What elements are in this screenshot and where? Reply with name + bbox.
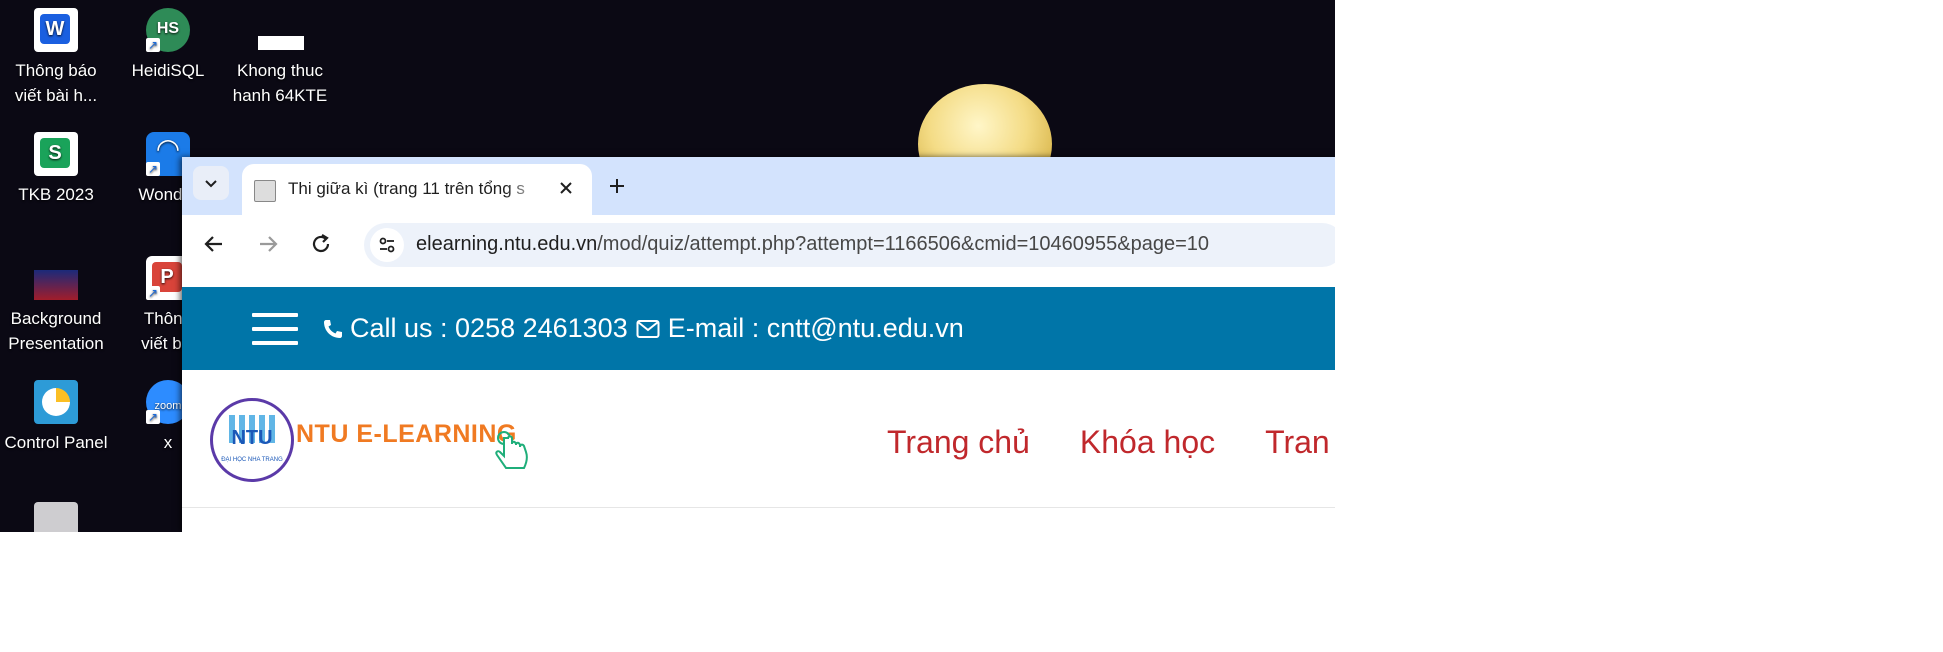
shortcut-arrow-icon: ↗ — [146, 162, 160, 176]
recycle-bin-icon — [34, 502, 78, 532]
phone-icon — [324, 319, 342, 338]
desktop-icon-recycle-bin[interactable] — [2, 502, 110, 532]
heidisql-icon: ↗ — [146, 8, 190, 52]
logo-emblem-text: NTU — [231, 427, 273, 449]
desktop-icon-heidisql[interactable]: ↗ HeidiSQL — [114, 8, 222, 83]
chevron-down-icon — [205, 180, 217, 188]
spreadsheet-icon — [34, 132, 78, 176]
phone-label: Call us : 0258 2461303 — [350, 313, 628, 343]
desktop-icon-label: HeidiSQL — [131, 61, 205, 80]
hamburger-line — [252, 313, 298, 317]
browser-window: Thi giữa kì (trang 11 trên tổng s elearn… — [182, 157, 1335, 532]
desktop-icon-khong-thuc-hanh[interactable]: Khong thuc hanh 64KTE — [226, 8, 334, 108]
site-header: NTU ĐẠI HỌC NHA TRANG NTU E-LEARNING Tra… — [182, 370, 1335, 508]
desktop-icon-label: Control Panel — [4, 433, 108, 452]
desktop: Thông báo viết bài h... ↗ HeidiSQL Khong… — [0, 0, 1335, 532]
email-link[interactable]: E-mail : cntt@ntu.edu.vn — [668, 313, 964, 344]
hamburger-line — [252, 341, 298, 345]
shortcut-arrow-icon: ↗ — [146, 410, 160, 424]
main-nav: Trang chủ Khóa học Tran — [887, 424, 1330, 461]
nav-truncated-item[interactable]: Tran — [1265, 424, 1330, 461]
nav-courses[interactable]: Khóa học — [1080, 424, 1215, 461]
tune-icon — [379, 237, 395, 253]
tab-active[interactable]: Thi giữa kì (trang 11 trên tổng s — [242, 164, 592, 215]
shortcut-arrow-icon: ↗ — [146, 286, 160, 300]
address-bar[interactable]: elearning.ntu.edu.vn/mod/quiz/attempt.ph… — [364, 223, 1335, 267]
tab-search-button[interactable] — [193, 166, 229, 200]
site-topbar: Call us : 0258 2461303 E-mail : cntt@ntu… — [182, 287, 1335, 370]
desktop-icon-thong-bao[interactable]: Thông báo viết bài h... — [2, 8, 110, 108]
tab-strip: Thi giữa kì (trang 11 trên tổng s — [182, 157, 1335, 215]
desktop-icon-label: Thông báo viết bài h... — [14, 61, 98, 105]
envelope-icon — [636, 319, 660, 338]
forward-button[interactable] — [251, 227, 285, 261]
site-info-button[interactable] — [370, 228, 404, 262]
browser-toolbar: elearning.ntu.edu.vn/mod/quiz/attempt.ph… — [182, 215, 1335, 271]
close-icon — [560, 182, 572, 194]
nav-home[interactable]: Trang chủ — [887, 424, 1030, 461]
pointing-hand-icon — [495, 431, 528, 469]
url-path: /mod/quiz/attempt.php?attempt=1166506&cm… — [597, 233, 1210, 255]
arrow-right-icon — [260, 236, 278, 252]
url-host: elearning.ntu.edu.vn — [416, 233, 598, 255]
desktop-icon-tkb[interactable]: TKB 2023 — [2, 132, 110, 207]
new-tab-button[interactable] — [600, 169, 634, 203]
file-thumbnail-icon — [258, 8, 304, 52]
reload-icon — [312, 234, 330, 253]
desktop-icon-label: TKB 2023 — [18, 185, 94, 204]
menu-toggle-button[interactable] — [252, 313, 298, 345]
plus-icon — [610, 179, 624, 193]
desktop-icon-control-panel[interactable]: Control Panel — [2, 380, 110, 455]
logo-emblem-subtext: ĐẠI HỌC NHA TRANG — [221, 457, 283, 463]
presentation-thumbnail-icon — [34, 270, 78, 300]
desktop-icon-background-presentation[interactable]: Background Presentation — [2, 256, 110, 356]
control-panel-icon — [34, 380, 78, 424]
desktop-icon-label: Khong thuc hanh 64KTE — [232, 61, 328, 105]
tab-title: Thi giữa kì (trang 11 trên tổng s — [288, 179, 525, 198]
shortcut-arrow-icon: ↗ — [146, 38, 160, 52]
desktop-icon-label: Background Presentation — [8, 309, 104, 353]
reload-button[interactable] — [304, 227, 338, 261]
ntu-logo[interactable]: NTU ĐẠI HỌC NHA TRANG — [210, 398, 294, 482]
hamburger-line — [252, 327, 298, 331]
tab-close-button[interactable] — [552, 174, 580, 202]
arrow-left-icon — [204, 236, 222, 252]
word-doc-icon — [34, 8, 78, 52]
contact-info: Call us : 0258 2461303 E-mail : cntt@ntu… — [322, 313, 964, 344]
back-button[interactable] — [197, 227, 231, 261]
page-favicon-icon — [254, 180, 276, 202]
brand-title: NTU E-LEARNING — [296, 420, 517, 448]
url-text: elearning.ntu.edu.vn/mod/quiz/attempt.ph… — [416, 233, 1209, 256]
